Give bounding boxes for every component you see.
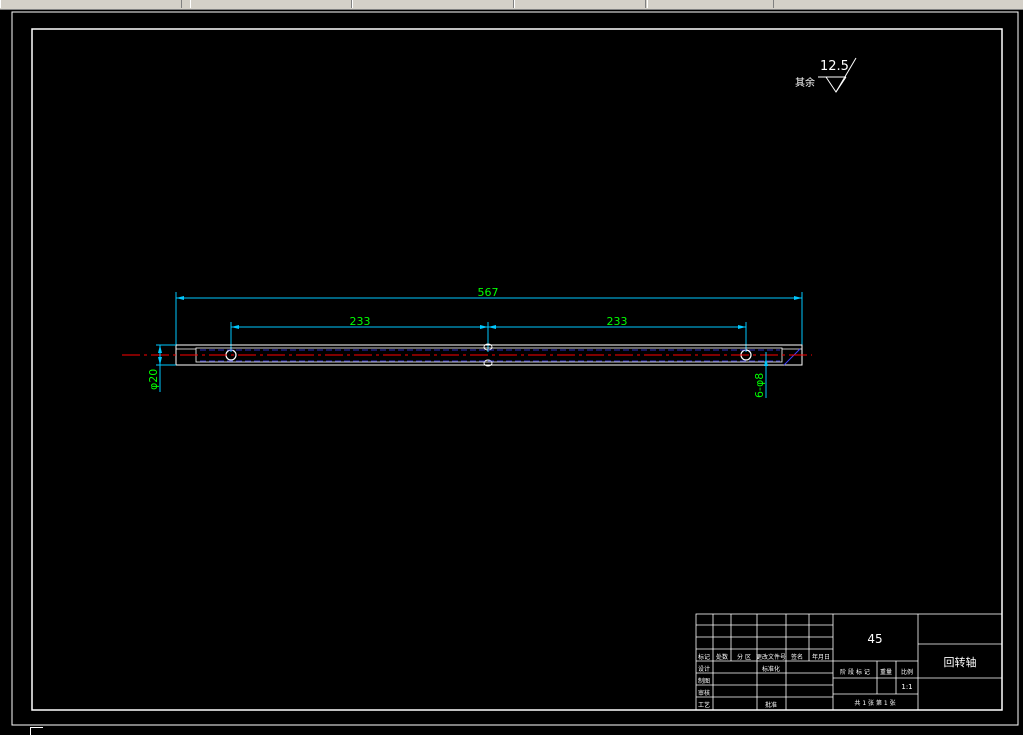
inner-border: [31, 28, 1003, 711]
material-label: 45: [867, 632, 882, 646]
header-label: 标记: [698, 653, 710, 661]
right-span-label: 233: [607, 315, 628, 328]
sheet-info: 共 1 张 第 1 张: [854, 699, 895, 707]
toolbar-segment[interactable]: [514, 0, 646, 8]
cad-drawing: 其余 12.5 567 233 233 φ20 6-φ8 45 回转轴 1:1 …: [11, 11, 1019, 726]
toolbar-strip: [0, 0, 1023, 10]
stage-label: 阶 段 标 记: [840, 668, 870, 676]
stage-label: 比例: [901, 668, 913, 676]
dimension-diameter: φ20: [147, 344, 176, 392]
overall-length-label: 567: [478, 286, 499, 299]
part-name: 回转轴: [944, 655, 977, 669]
scale-value: 1:1: [901, 683, 912, 691]
holes-label: 6-φ8: [753, 373, 766, 398]
toolbar-segment[interactable]: [352, 0, 514, 8]
left-span-label: 233: [350, 315, 371, 328]
standardization-label: 标准化: [762, 665, 780, 673]
outer-border: [11, 11, 1019, 726]
row-label: 审核: [698, 689, 710, 697]
hidden-lines: [200, 349, 780, 362]
dimension-spans: 233 233: [230, 315, 747, 352]
header-label: 更改文件号: [756, 653, 786, 661]
roughness-value: 12.5: [820, 59, 849, 74]
roughness-symbol: 其余 12.5: [795, 57, 857, 93]
toolbar-segment[interactable]: [647, 0, 774, 8]
approval-label: 批准: [765, 701, 777, 709]
header-label: 处数: [716, 653, 728, 661]
row-label: 设计: [698, 665, 710, 673]
header-label: 签名: [791, 653, 803, 661]
row-label: 工艺: [698, 701, 710, 709]
diameter-label: φ20: [147, 369, 160, 390]
roughness-note: 其余: [795, 76, 815, 89]
header-label: 年月日: [812, 653, 830, 661]
title-block-text: 45 回转轴 1:1 标记 处数 分 区 更改文件号 签名 年月日 设计 标准化…: [698, 632, 977, 709]
toolbar-segment[interactable]: [190, 0, 352, 8]
drawing-label: 制图: [698, 677, 710, 685]
toolbar-segment[interactable]: [0, 0, 182, 8]
header-label: 分 区: [737, 653, 751, 661]
stage-label: 重量: [880, 668, 892, 676]
dimension-overall-length: 567: [175, 286, 803, 352]
dimension-holes: 6-φ8: [753, 352, 768, 398]
